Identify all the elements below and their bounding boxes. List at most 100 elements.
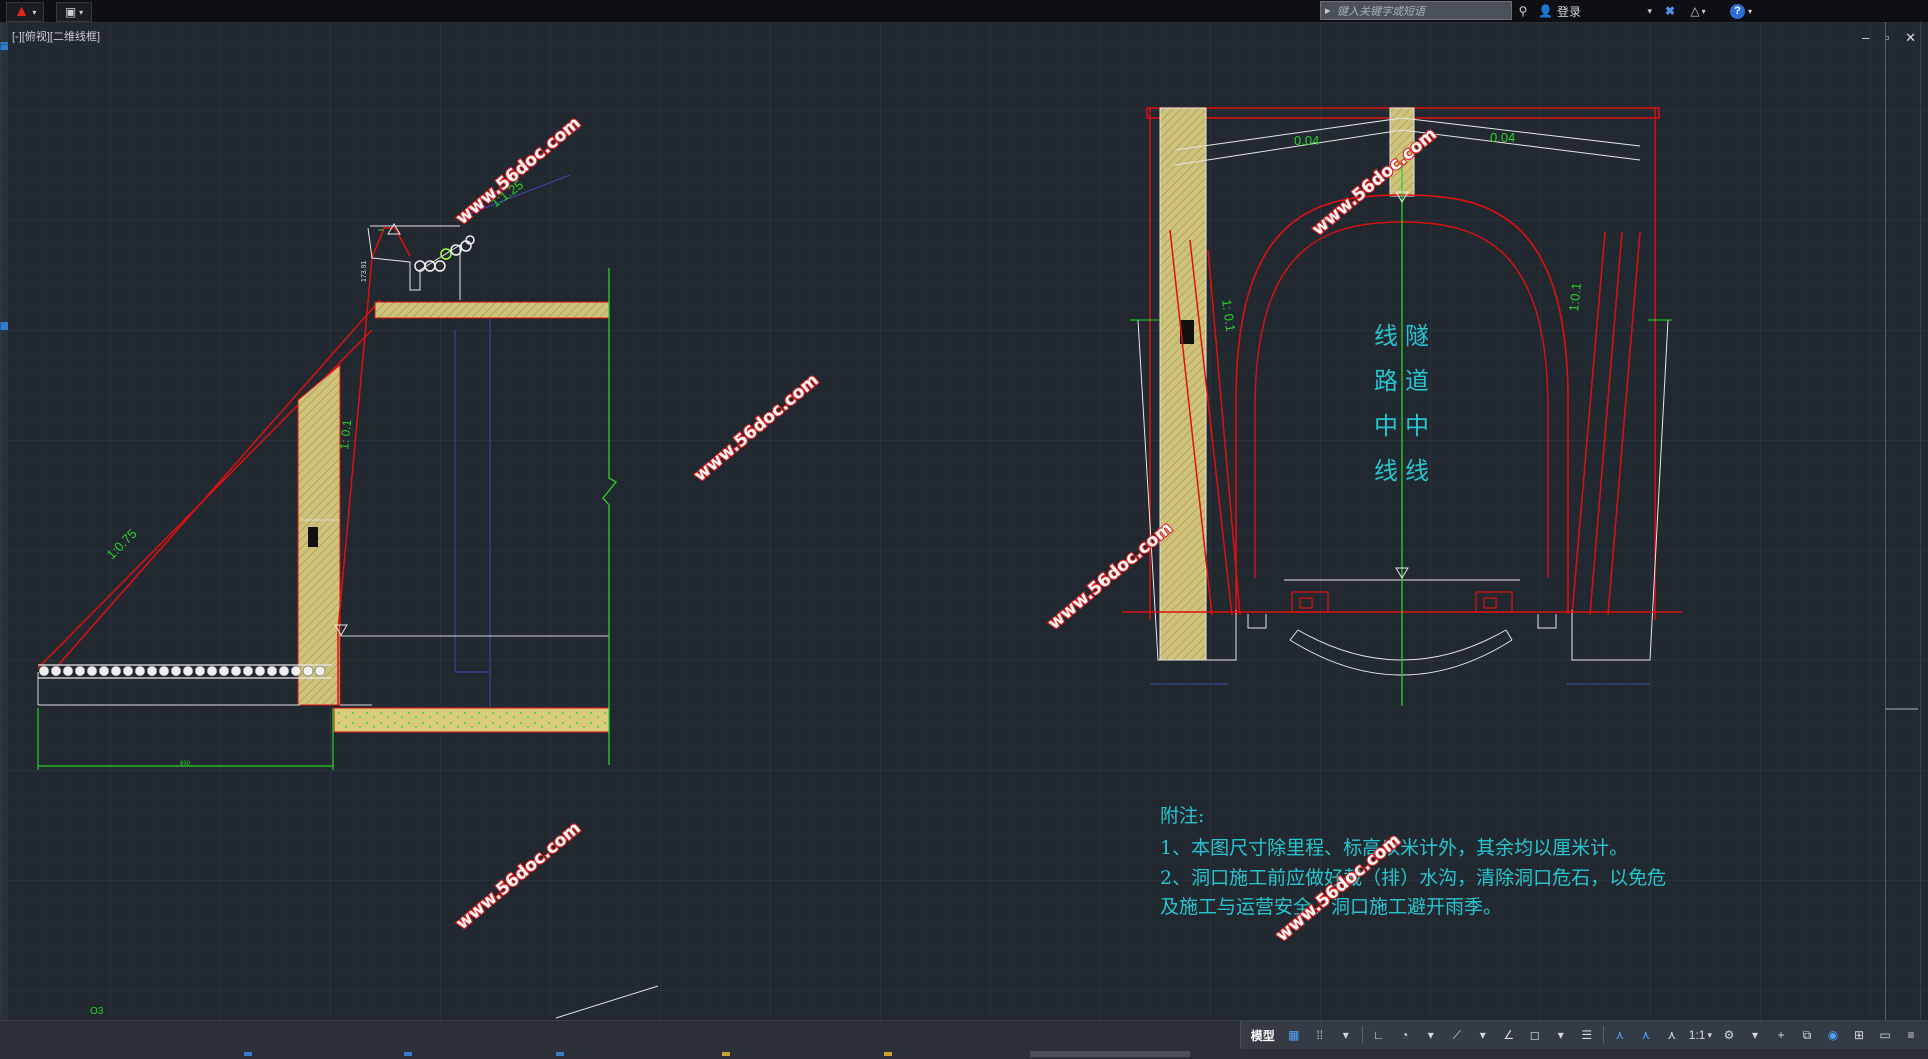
model-space-button[interactable]: 模型 (1245, 1024, 1281, 1046)
status-tools: 模型 ▦ ⁞⁞ ▾ ∟ ◔ ▾ ⟋ ▾ ∠ ◻ ▾ ☰ ⋏ ⋏ ⋏ 1:1 ▾ … (1239, 1021, 1928, 1049)
exchange-x-icon: ✖ (1664, 4, 1676, 18)
clean-screen-icon: ▭ (1879, 1028, 1891, 1042)
application-menu-button[interactable]: ▲ ▾ (6, 2, 44, 22)
scrollbar-thumb[interactable] (1886, 708, 1918, 710)
ortho-icon: ∟ (1372, 1028, 1385, 1042)
search-placeholder: 键入关键字或短语 (1337, 5, 1425, 18)
search-input[interactable]: ▸ 键入关键字或短语 (1320, 1, 1512, 20)
polar-toggle[interactable]: ◔ (1392, 1024, 1418, 1046)
object-snap-menu[interactable]: ▾ (1548, 1024, 1574, 1046)
quick-access-save-button[interactable]: ▣ ▾ (56, 2, 92, 22)
chevron-down-icon: ▾ (1751, 1028, 1759, 1042)
exchange-apps-button[interactable]: ✖ (1660, 2, 1680, 20)
ortho-toggle[interactable]: ∟ (1366, 1024, 1392, 1046)
layout-tabs-strip (0, 1052, 1928, 1058)
auto-scale-icon: ⋏ (1641, 1028, 1651, 1042)
lineweight-toggle[interactable]: ☰ (1574, 1024, 1600, 1046)
gravel-symbol (266, 665, 278, 677)
isolate-objects-button[interactable]: ⊞ (1846, 1024, 1872, 1046)
tracking-icon: ∠ (1503, 1028, 1515, 1042)
gravel-symbol (158, 665, 170, 677)
gravel-symbol (38, 665, 50, 677)
grid-toggle[interactable]: ▦ (1281, 1024, 1307, 1046)
snap-menu[interactable]: ▾ (1333, 1024, 1359, 1046)
chevron-down-icon: ▾ (1701, 6, 1706, 16)
customization-menu[interactable]: ≡ (1898, 1024, 1924, 1046)
annotation-visibility-icon: ⋏ (1615, 1028, 1625, 1042)
separator (1361, 1026, 1363, 1044)
units-button[interactable]: ⧉ (1794, 1024, 1820, 1046)
gear-icon: ⚙ (1723, 1028, 1735, 1042)
annotation-scale-dropdown[interactable]: 1:1 ▾ (1685, 1024, 1716, 1046)
sign-in-label: 登录 (1556, 4, 1581, 19)
tab-marker (556, 1052, 564, 1056)
workspace-menu[interactable]: ▾ (1742, 1024, 1768, 1046)
hamburger-menu-icon: ≡ (1907, 1028, 1915, 1042)
chevron-right-icon: ▸ (1325, 5, 1331, 17)
drawing-canvas[interactable]: 830 173.91 1:0.75 1:1.25 1: 0.1 0.04 0.0… (0, 0, 1928, 1020)
isolate-icon: ⊞ (1853, 1028, 1865, 1042)
chevron-down-icon: ▾ (79, 7, 84, 17)
chevron-down-icon: ▾ (1647, 5, 1652, 16)
separator (1602, 1026, 1604, 1044)
isodraft-toggle[interactable]: ⟋ (1444, 1024, 1470, 1046)
object-tracking-toggle[interactable]: ∠ (1496, 1024, 1522, 1046)
notes-title: 附注: (1160, 805, 1204, 827)
chevron-down-icon: ▾ (1707, 1029, 1712, 1040)
triangle-network-icon: △ (1690, 4, 1700, 18)
dim-bottom: 830 (180, 761, 191, 767)
gravel-symbol (242, 665, 254, 677)
isodraft-icon: ⟋ (1452, 1027, 1461, 1042)
annotation-scale-icon-button[interactable]: ⋏ (1659, 1024, 1685, 1046)
tab-marker (722, 1052, 730, 1056)
centerline-char: 道 (1405, 367, 1429, 395)
tab-marker (884, 1052, 892, 1056)
sign-in-button[interactable]: 👤 登录 ▾ (1538, 2, 1656, 20)
hardware-acceleration-toggle[interactable]: ◉ (1820, 1024, 1846, 1046)
polar-menu[interactable]: ▾ (1418, 1024, 1444, 1046)
chevron-down-icon: ▾ (1342, 1028, 1349, 1042)
title-bar: ▲ ▾ ▣ ▾ ▸ 键入关键字或短语 ⚲ 👤 登录 ▾ ✖ △ ▾ ? ▾ (0, 0, 1928, 23)
gravel-symbol (62, 665, 74, 677)
help-icon: ? (1729, 3, 1745, 19)
annotation-monitor-toggle[interactable]: + (1768, 1024, 1794, 1046)
auto-scale-toggle[interactable]: ⋏ (1633, 1024, 1659, 1046)
isodraft-menu[interactable]: ▾ (1470, 1024, 1496, 1046)
centerline-char: 隧 (1405, 322, 1429, 350)
gravel-symbol (74, 665, 86, 677)
gravel-symbol (170, 665, 182, 677)
dim-small-vertical: 173.91 (361, 260, 368, 282)
gravel-symbol (122, 665, 134, 677)
centerline-char: 中 (1405, 412, 1429, 440)
stay-connected-button[interactable]: △ ▾ (1684, 2, 1712, 20)
binoculars-search-button[interactable]: ⚲ (1514, 2, 1532, 20)
binoculars-icon: ⚲ (1518, 4, 1528, 18)
centerline-char: 线 (1374, 322, 1398, 350)
snap-toggle[interactable]: ⁞⁞ (1307, 1024, 1333, 1046)
save-icon: ▣ (64, 5, 77, 19)
gravel-symbol (278, 665, 290, 677)
grade-left: 0.04 (1294, 133, 1319, 148)
gravel-symbol (218, 665, 230, 677)
clean-screen-button[interactable]: ▭ (1872, 1024, 1898, 1046)
gravel-symbol (98, 665, 110, 677)
annotation-scale-value: 1:1 (1688, 1028, 1706, 1042)
snap-icon: ⁞⁞ (1316, 1028, 1324, 1042)
centerline-char: 线 (1374, 457, 1398, 485)
workspace-switch[interactable]: ⚙ (1716, 1024, 1742, 1046)
help-button[interactable]: ? ▾ (1726, 2, 1756, 20)
vertical-scrollbar[interactable] (1885, 22, 1921, 1020)
object-snap-toggle[interactable]: ◻ (1522, 1024, 1548, 1046)
gravel-symbol (314, 665, 326, 677)
chevron-down-icon: ▾ (32, 7, 37, 17)
plus-icon: + (1777, 1028, 1785, 1042)
viewport-controls-label[interactable]: [-][俯视][二维线框] (12, 28, 100, 44)
centerline-char: 线 (1405, 457, 1429, 485)
annotation-visibility-toggle[interactable]: ⋏ (1607, 1024, 1633, 1046)
chevron-down-icon: ▾ (1427, 1028, 1434, 1042)
gravel-symbol (110, 665, 122, 677)
slope-label-portal-right: 1:0.1 (1566, 282, 1584, 312)
centerline-char: 路 (1374, 367, 1398, 395)
tab-marker (244, 1052, 252, 1056)
lineweight-icon: ☰ (1581, 1028, 1593, 1042)
